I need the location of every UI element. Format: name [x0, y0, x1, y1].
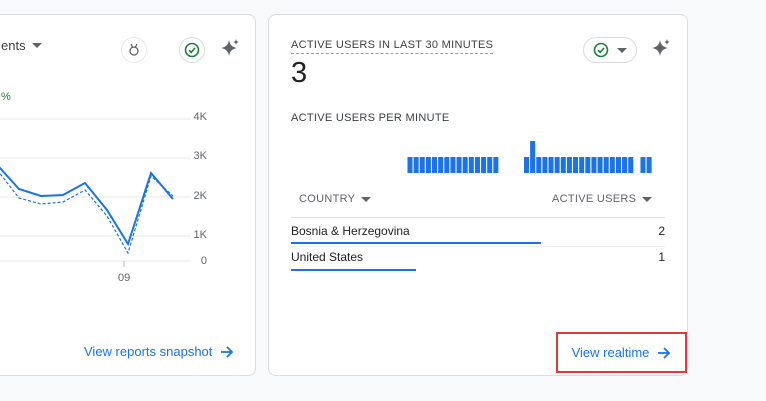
row-divider — [291, 246, 665, 247]
users-cell: 2 — [658, 224, 665, 238]
minute-bar — [407, 157, 413, 173]
sort-caret-icon — [361, 196, 372, 202]
minute-bar — [585, 157, 591, 173]
minute-bar — [530, 141, 536, 173]
users-cell: 1 — [658, 250, 665, 264]
minute-bar — [536, 157, 542, 173]
series-line-current — [0, 166, 174, 247]
country-cell: Bosnia & Herzegovina — [291, 224, 410, 238]
minute-bar — [487, 157, 493, 173]
per-minute-bar-chart — [407, 141, 652, 173]
header-divider — [291, 217, 665, 218]
minute-bar — [591, 157, 597, 173]
minute-bar — [554, 157, 560, 173]
arrow-right-icon — [221, 345, 234, 358]
minute-bar — [438, 157, 444, 173]
check-circle-icon — [593, 42, 609, 58]
change-indicator: % — [1, 91, 11, 103]
active-users-value: 3 — [291, 57, 308, 89]
metric-dropdown[interactable]: ents — [1, 38, 42, 53]
minute-bar — [413, 157, 419, 173]
minute-bar — [474, 157, 480, 173]
minute-bar — [646, 157, 652, 173]
view-realtime-link[interactable]: View realtime — [556, 332, 687, 373]
y-tick-label: 0 — [200, 255, 207, 267]
share-bar — [291, 269, 416, 271]
minute-bar — [493, 157, 499, 173]
minute-bar — [622, 157, 628, 173]
metric-dropdown-label: ents — [1, 38, 26, 53]
minute-bar — [481, 157, 487, 173]
minute-bar — [419, 157, 425, 173]
minute-bar — [615, 157, 621, 173]
active-users-header-label: ACTIVE USERS — [552, 193, 637, 205]
arrow-right-icon — [658, 346, 671, 359]
minute-bar — [548, 157, 554, 173]
minute-bar — [597, 157, 603, 173]
caret-down-icon — [31, 43, 42, 48]
minute-bar — [462, 157, 468, 173]
overview-card: ents % 4K 3K 2K 1K 0 09 View reports sna… — [0, 14, 256, 376]
per-minute-label: ACTIVE USERS PER MINUTE — [291, 112, 450, 124]
minute-bar — [566, 157, 572, 173]
country-column-header[interactable]: COUNTRY — [299, 193, 372, 205]
minute-bar — [425, 157, 431, 173]
minute-bar — [640, 157, 646, 173]
country-cell: United States — [291, 250, 364, 264]
series-line-previous — [0, 172, 174, 255]
y-tick-label: 4K — [193, 111, 207, 123]
sparkle-icon[interactable] — [219, 38, 241, 65]
minute-bar — [450, 157, 456, 173]
check-circle-icon[interactable] — [179, 37, 205, 63]
minute-bar — [609, 157, 615, 173]
realtime-card: ACTIVE USERS IN LAST 30 MINUTES 3 ACTIVE… — [268, 14, 688, 376]
share-bar — [291, 242, 541, 244]
realtime-title[interactable]: ACTIVE USERS IN LAST 30 MINUTES — [291, 39, 494, 54]
active-users-column-header[interactable]: ACTIVE USERS — [552, 193, 653, 205]
users-line-chart — [0, 118, 191, 267]
minute-bar — [523, 157, 530, 173]
country-header-label: COUNTRY — [299, 193, 356, 205]
sort-caret-icon — [642, 196, 653, 202]
minute-bar — [444, 157, 450, 173]
minute-bar — [542, 157, 548, 173]
sparkle-icon[interactable] — [650, 38, 672, 65]
y-tick-label: 2K — [193, 190, 207, 202]
view-reports-snapshot-link[interactable]: View reports snapshot — [84, 344, 234, 359]
minute-bar — [468, 157, 474, 173]
minute-bar — [560, 157, 566, 173]
y-tick-label: 1K — [193, 229, 207, 241]
insights-badge-icon[interactable] — [121, 37, 147, 63]
x-tick-label: 09 — [118, 272, 131, 284]
table-row[interactable]: United States 1 — [291, 249, 665, 275]
minute-bar — [456, 157, 462, 173]
minute-bar — [579, 157, 585, 173]
caret-down-icon — [617, 47, 627, 53]
minute-bar — [628, 157, 634, 173]
view-realtime-label: View realtime — [571, 345, 650, 360]
minute-bar — [573, 157, 579, 173]
minute-bar — [432, 157, 438, 173]
y-tick-label: 3K — [193, 150, 207, 162]
minute-bar — [603, 157, 609, 173]
comparison-dropdown[interactable] — [583, 37, 637, 63]
view-reports-snapshot-label: View reports snapshot — [84, 344, 213, 359]
